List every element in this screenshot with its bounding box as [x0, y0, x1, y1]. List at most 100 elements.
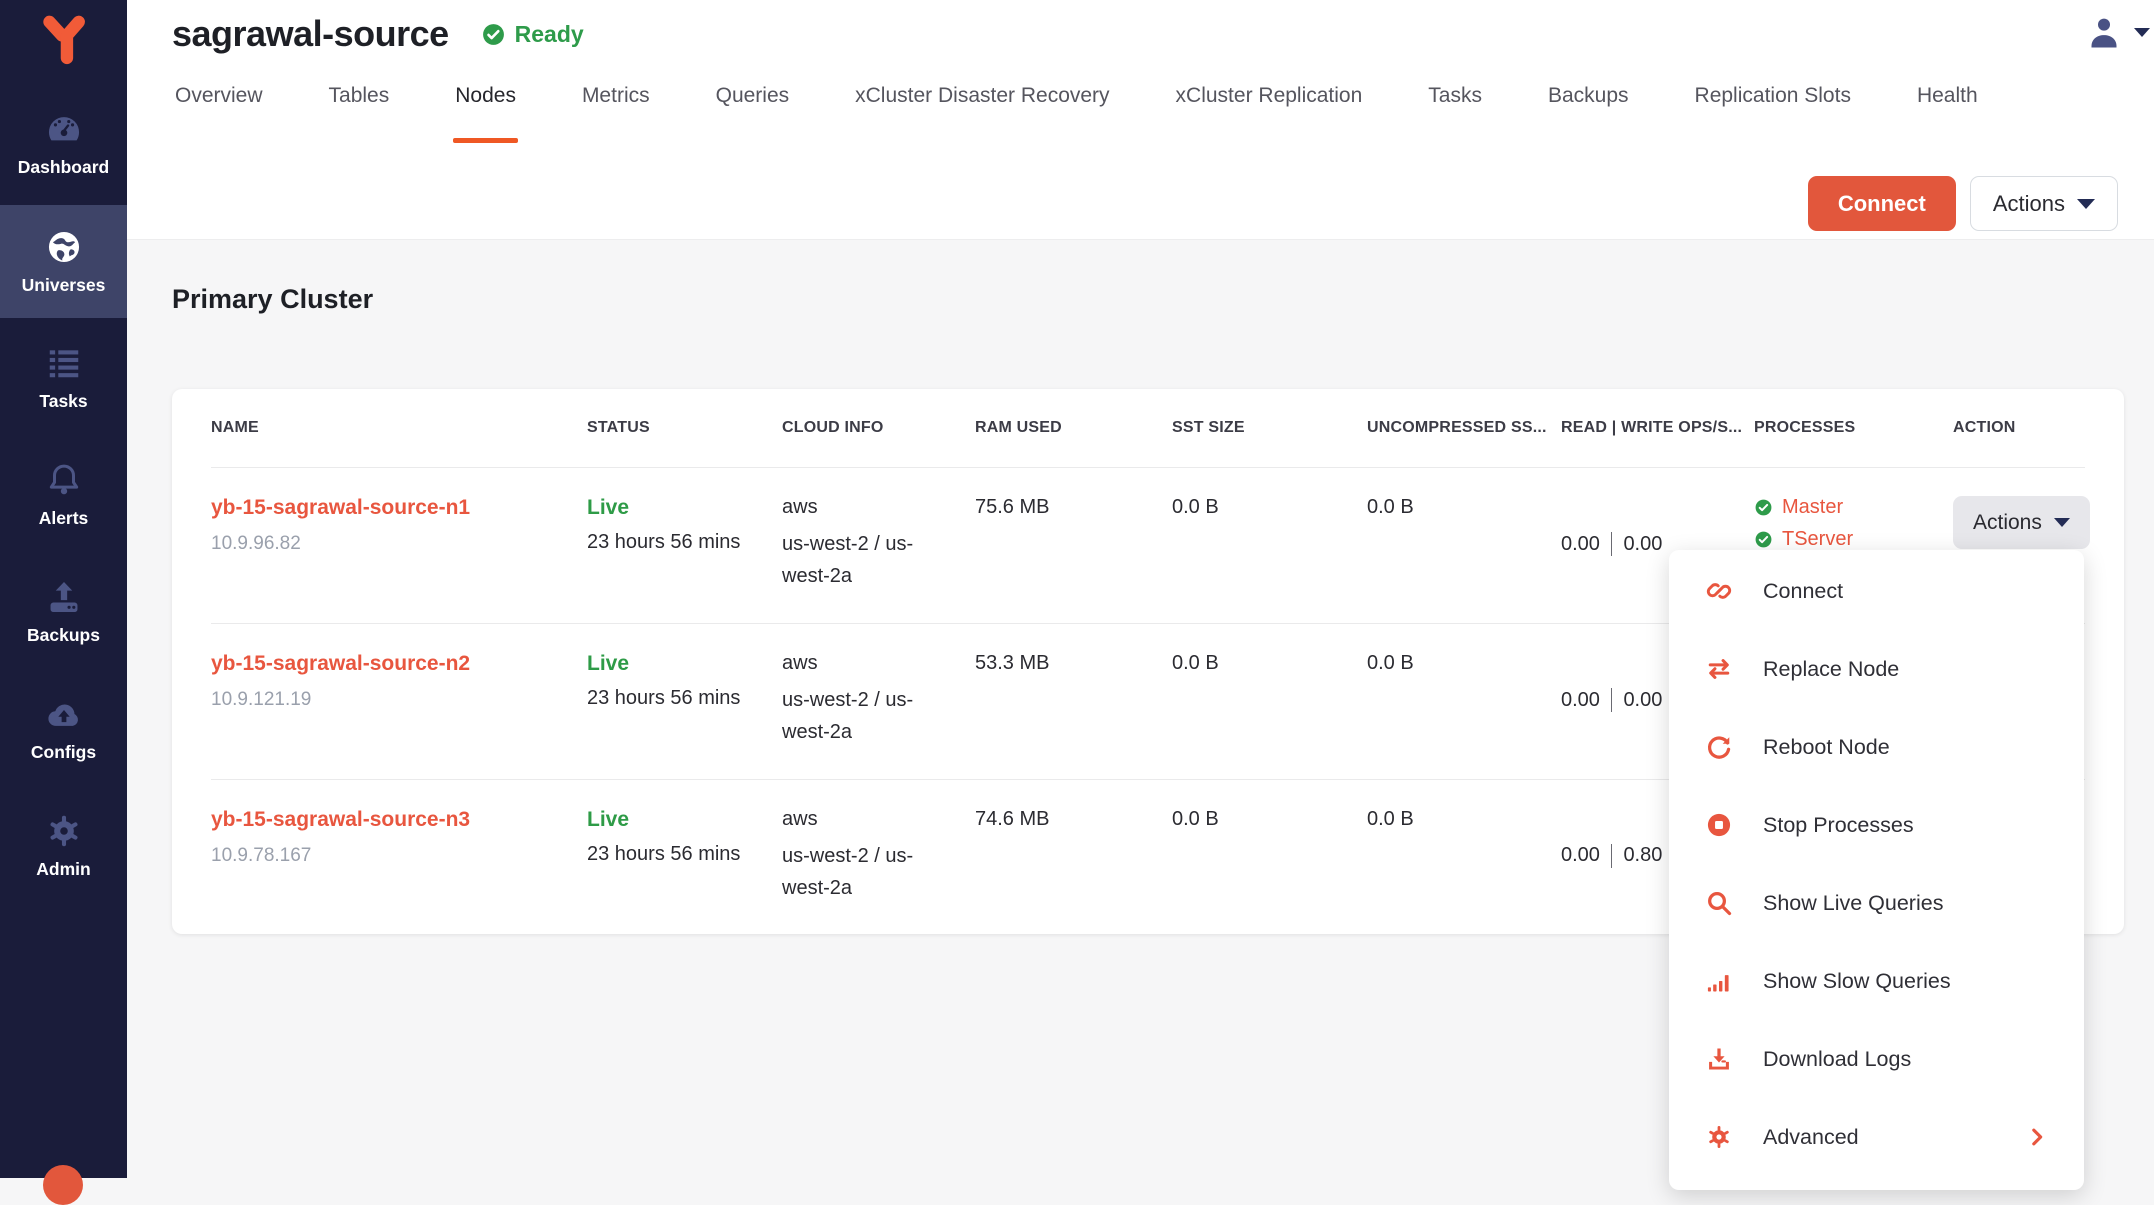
sidebar-item-label: Admin: [36, 859, 90, 880]
column-header-status: STATUS: [587, 419, 782, 437]
node-status: Live: [587, 496, 782, 520]
write-ops: 0.00: [1623, 689, 1662, 712]
menu-item-stop-processes[interactable]: Stop Processes: [1669, 786, 2084, 864]
tserver-process-link[interactable]: TServer: [1782, 528, 1853, 551]
tab-xcluster-replication[interactable]: xCluster Replication: [1176, 84, 1363, 126]
menu-item-label: Replace Node: [1763, 657, 1899, 682]
menu-item-label: Show Slow Queries: [1763, 969, 1951, 994]
sidebar-item-universes[interactable]: Universes: [0, 205, 127, 318]
tab-xcluster-disaster-recovery[interactable]: xCluster Disaster Recovery: [855, 84, 1109, 126]
check-circle-icon: [1754, 530, 1773, 549]
topbar: sagrawal-source Ready Overview Tables No…: [127, 0, 2154, 240]
chevron-down-icon: [2077, 199, 2095, 209]
column-header-ram-used: RAM USED: [975, 419, 1172, 437]
node-name-link[interactable]: yb-15-sagrawal-source-n1: [211, 496, 587, 520]
tab-nodes[interactable]: Nodes: [455, 84, 516, 126]
stop-icon: [1705, 811, 1733, 839]
uncompressed-sst: 0.0 B: [1367, 496, 1561, 593]
menu-item-label: Advanced: [1763, 1125, 1859, 1150]
table-header-row: NAME STATUS CLOUD INFO RAM USED SST SIZE…: [211, 389, 2085, 467]
status-badge: Ready: [481, 21, 584, 48]
sidebar-item-alerts[interactable]: Alerts: [0, 451, 127, 539]
divider: [1611, 688, 1613, 712]
menu-item-show-slow-queries[interactable]: Show Slow Queries: [1669, 942, 2084, 1020]
menu-item-replace-node[interactable]: Replace Node: [1669, 630, 2084, 708]
bar-chart-icon: [1705, 967, 1733, 995]
sidebar-item-backups[interactable]: Backups: [0, 568, 127, 656]
sidebar-item-admin[interactable]: Admin: [0, 802, 127, 890]
cloud-upload-icon: [45, 695, 83, 733]
gear-icon: [1705, 1123, 1733, 1151]
uncompressed-sst: 0.0 B: [1367, 808, 1561, 905]
node-name-link[interactable]: yb-15-sagrawal-source-n3: [211, 808, 587, 832]
menu-item-label: Stop Processes: [1763, 813, 1914, 838]
tab-replication-slots[interactable]: Replication Slots: [1695, 84, 1851, 126]
sidebar-item-label: Universes: [22, 275, 106, 296]
sidebar-item-tasks[interactable]: Tasks: [0, 334, 127, 422]
reload-icon: [1705, 733, 1733, 761]
globe-icon: [45, 228, 83, 266]
ram-used: 53.3 MB: [975, 652, 1172, 749]
connect-button[interactable]: Connect: [1808, 176, 1956, 231]
user-menu[interactable]: [2084, 12, 2150, 52]
cloud-provider: aws: [782, 652, 975, 675]
sidebar: Dashboard Universes Tasks: [0, 0, 127, 1178]
divider: [1611, 844, 1613, 868]
bell-icon: [45, 461, 83, 499]
menu-item-download-logs[interactable]: Download Logs: [1669, 1020, 2084, 1098]
sidebar-item-configs[interactable]: Configs: [0, 685, 127, 773]
tab-tables[interactable]: Tables: [329, 84, 390, 126]
column-header-read-write: READ | WRITE OPS/S...: [1561, 419, 1754, 437]
tab-tasks[interactable]: Tasks: [1428, 84, 1482, 126]
sst-size: 0.0 B: [1172, 496, 1367, 593]
header-actions: Connect Actions: [1808, 176, 2118, 231]
sidebar-nav: Dashboard Universes Tasks: [0, 100, 127, 919]
write-ops: 0.00: [1623, 533, 1662, 556]
column-header-action: ACTION: [1953, 419, 2085, 437]
ram-used: 75.6 MB: [975, 496, 1172, 593]
tab-overview[interactable]: Overview: [175, 84, 263, 126]
node-actions-menu: Connect Replace Node Reboot Node Stop Pr…: [1669, 550, 2084, 1190]
sidebar-item-label: Configs: [31, 742, 96, 763]
gear-icon: [45, 812, 83, 850]
column-header-cloud-info: CLOUD INFO: [782, 419, 975, 437]
node-ip: 10.9.96.82: [211, 533, 587, 555]
menu-item-show-live-queries[interactable]: Show Live Queries: [1669, 864, 2084, 942]
tab-queries[interactable]: Queries: [716, 84, 790, 126]
list-icon: [45, 344, 83, 382]
universe-actions-button[interactable]: Actions: [1970, 176, 2118, 231]
yugabyte-logo-icon[interactable]: [36, 14, 90, 68]
menu-item-advanced[interactable]: Advanced: [1669, 1098, 2084, 1176]
tab-metrics[interactable]: Metrics: [582, 84, 650, 126]
chevron-right-icon: [2026, 1126, 2048, 1148]
tab-backups[interactable]: Backups: [1548, 84, 1629, 126]
user-icon: [2084, 12, 2124, 52]
cloud-provider: aws: [782, 808, 975, 831]
sst-size: 0.0 B: [1172, 808, 1367, 905]
node-uptime: 23 hours 56 mins: [587, 687, 782, 710]
menu-item-connect[interactable]: Connect: [1669, 552, 2084, 630]
swap-icon: [1705, 655, 1733, 683]
node-ip: 10.9.78.167: [211, 845, 587, 867]
search-icon: [1705, 889, 1733, 917]
ram-used: 74.6 MB: [975, 808, 1172, 905]
gauge-icon: [45, 110, 83, 148]
tab-health[interactable]: Health: [1917, 84, 1978, 126]
universe-actions-label: Actions: [1993, 191, 2065, 217]
menu-item-label: Download Logs: [1763, 1047, 1911, 1072]
read-ops: 0.00: [1561, 689, 1600, 712]
column-header-sst-size: SST SIZE: [1172, 419, 1367, 437]
menu-item-label: Show Live Queries: [1763, 891, 1943, 916]
sidebar-item-dashboard[interactable]: Dashboard: [0, 100, 127, 188]
cloud-region: us-west-2 / us-west-2a: [782, 684, 942, 749]
status-text: Ready: [515, 21, 584, 48]
sst-size: 0.0 B: [1172, 652, 1367, 749]
node-actions-button-open[interactable]: Actions: [1953, 496, 2090, 549]
sidebar-bottom-badge[interactable]: [43, 1165, 83, 1205]
download-icon: [1705, 1045, 1733, 1073]
divider: [1611, 532, 1613, 556]
node-name-link[interactable]: yb-15-sagrawal-source-n2: [211, 652, 587, 676]
page-title: sagrawal-source: [172, 13, 449, 55]
master-process-link[interactable]: Master: [1782, 496, 1843, 519]
menu-item-reboot-node[interactable]: Reboot Node: [1669, 708, 2084, 786]
